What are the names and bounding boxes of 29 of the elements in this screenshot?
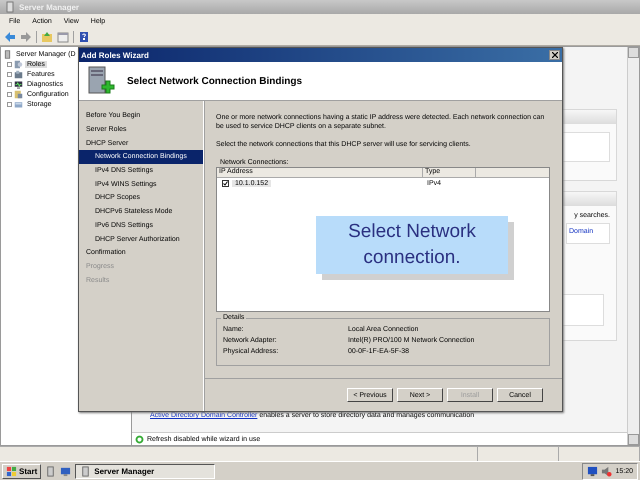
wizard-title: Add Roles Wizard [81, 50, 149, 60]
page-heading: Select Network Connection Bindings [127, 76, 302, 86]
features-icon [14, 70, 23, 78]
speaker-icon[interactable] [601, 466, 612, 476]
window-icon[interactable] [57, 30, 69, 42]
configuration-icon [14, 90, 23, 98]
server-icon [4, 1, 16, 13]
network-icon[interactable] [587, 466, 598, 476]
monitor-icon [14, 80, 23, 88]
start-button[interactable]: Start [2, 464, 42, 478]
server-icon [80, 466, 92, 476]
folder-up-icon[interactable] [41, 30, 53, 42]
monitor-icon[interactable] [60, 466, 72, 476]
windows-logo-icon [6, 466, 17, 476]
close-button[interactable] [549, 50, 560, 60]
server-icon [3, 50, 12, 58]
info-box [562, 132, 610, 162]
storage-icon [14, 100, 23, 108]
checkbox[interactable] [222, 180, 229, 186]
help-icon[interactable] [78, 30, 90, 42]
scrollbar[interactable] [627, 47, 639, 445]
forward-arrow-icon[interactable] [20, 30, 32, 42]
roles-icon [14, 60, 23, 68]
taskbar-button[interactable]: Server Manager [75, 464, 216, 478]
refresh-icon [135, 434, 144, 444]
server-icon[interactable] [45, 466, 56, 476]
back-arrow-icon[interactable] [4, 30, 16, 42]
window-title: Server Manager [19, 2, 80, 12]
callout-note: Select Network connection. [316, 216, 508, 274]
